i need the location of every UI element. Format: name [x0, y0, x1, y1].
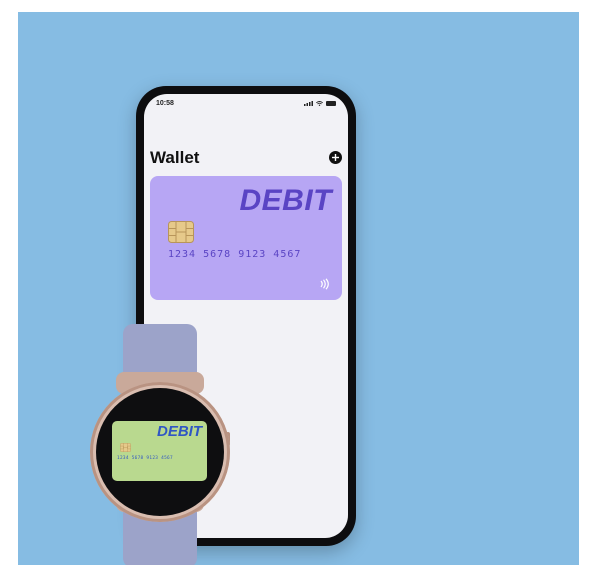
battery-icon — [326, 101, 336, 106]
scene-background: 10:58 Wallet DEBIT 1234 5678 9123 4567 D… — [18, 12, 579, 565]
chip-icon — [168, 221, 194, 243]
card-type-label: DEBIT — [239, 184, 332, 217]
watch-screen: DEBIT 1234 5678 9123 4567 — [96, 388, 224, 516]
add-card-button[interactable] — [329, 151, 342, 164]
signal-icon — [304, 101, 313, 106]
plus-circle-icon — [332, 154, 339, 161]
card-number: 1234 5678 9123 4567 — [168, 249, 302, 260]
debit-card[interactable]: DEBIT 1234 5678 9123 4567 — [150, 176, 342, 300]
chip-icon — [120, 443, 131, 452]
watch-card-number: 1234 5678 9123 4567 — [117, 456, 173, 461]
wifi-icon — [316, 101, 323, 106]
wallet-title: Wallet — [150, 148, 200, 167]
status-icons — [304, 101, 336, 106]
watch-debit-card[interactable]: DEBIT 1234 5678 9123 4567 — [112, 421, 207, 481]
watch-card-type-label: DEBIT — [157, 423, 202, 440]
contactless-icon — [320, 278, 329, 290]
status-time: 10:58 — [156, 100, 174, 107]
watch-case: DEBIT 1234 5678 9123 4567 — [90, 382, 230, 522]
status-bar: 10:58 — [144, 94, 348, 116]
